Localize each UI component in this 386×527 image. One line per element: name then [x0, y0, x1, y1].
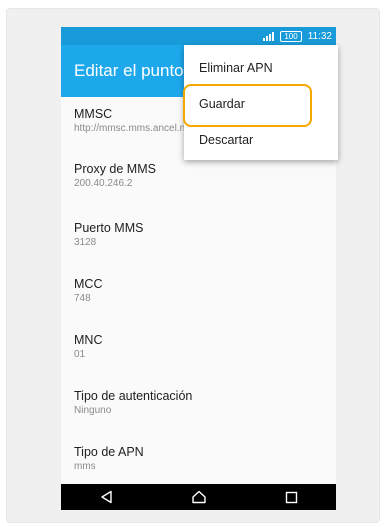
- setting-mms-port[interactable]: Puerto MMS 3128: [61, 220, 336, 249]
- battery-icon: 100: [280, 30, 302, 42]
- setting-title: MCC: [74, 277, 103, 291]
- setting-title: Proxy de MMS: [74, 162, 156, 176]
- setting-value: 748: [74, 293, 91, 304]
- setting-title: Puerto MMS: [74, 221, 144, 235]
- setting-value: 200.40.246.2: [74, 178, 133, 189]
- setting-apn-type[interactable]: Tipo de APN mms: [61, 444, 336, 473]
- setting-value: 3128: [74, 237, 97, 248]
- save-highlight-outline: [183, 84, 312, 127]
- signal-icon: [263, 31, 275, 41]
- setting-value: Ninguno: [74, 405, 112, 416]
- setting-mms-proxy[interactable]: Proxy de MMS 200.40.246.2: [61, 161, 336, 190]
- home-icon: [192, 490, 206, 504]
- setting-mnc[interactable]: MNC 01: [61, 332, 336, 361]
- setting-auth-type[interactable]: Tipo de autenticación Ninguno: [61, 388, 336, 417]
- status-time: 11:32: [307, 30, 332, 42]
- navigation-bar: [61, 484, 336, 510]
- menu-item-delete-apn[interactable]: Eliminar APN: [184, 49, 338, 87]
- setting-title: Tipo de APN: [74, 445, 144, 459]
- setting-value: 01: [74, 349, 86, 360]
- home-button[interactable]: [179, 484, 219, 510]
- back-button[interactable]: [87, 484, 127, 510]
- status-bar: 100 11:32: [61, 27, 336, 45]
- setting-value: mms: [74, 461, 96, 472]
- setting-title: MNC: [74, 333, 103, 347]
- recents-button[interactable]: [271, 484, 311, 510]
- recents-icon: [285, 491, 297, 503]
- back-icon: [101, 490, 112, 504]
- setting-title: Tipo de autenticación: [74, 389, 193, 403]
- setting-mcc[interactable]: MCC 748: [61, 276, 336, 305]
